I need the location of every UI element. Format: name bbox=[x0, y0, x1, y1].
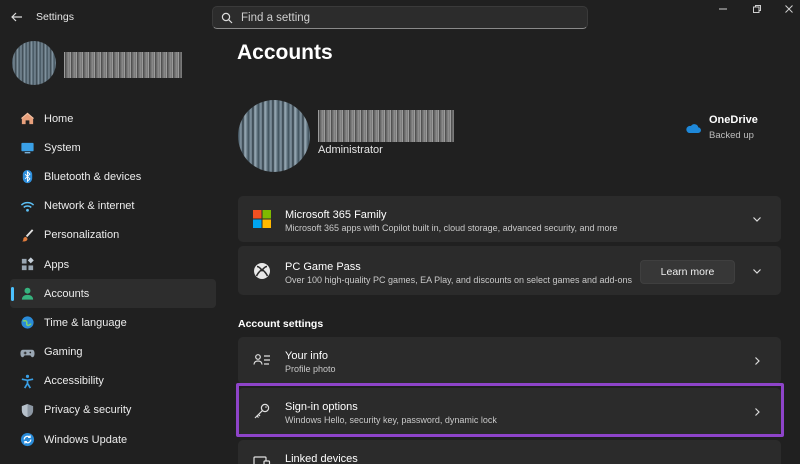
key-icon bbox=[252, 401, 272, 421]
sidebar-nav: Home System Bluetooth & devices Network … bbox=[10, 104, 216, 454]
search-icon bbox=[221, 12, 233, 23]
title-bar: Settings Find a setting bbox=[0, 0, 800, 34]
gamepad-icon bbox=[19, 344, 35, 360]
apps-icon bbox=[19, 257, 35, 273]
sidebar-item-label: Bluetooth & devices bbox=[44, 170, 142, 183]
gamepass-title: PC Game Pass bbox=[285, 261, 361, 273]
search-box[interactable]: Find a setting bbox=[212, 6, 588, 29]
onedrive-status[interactable]: OneDrive Backed up bbox=[685, 114, 758, 141]
sidebar-item-label: Privacy & security bbox=[44, 404, 132, 417]
chevron-down-icon[interactable] bbox=[751, 265, 763, 277]
sidebar-item-label: Windows Update bbox=[44, 433, 128, 446]
globe-icon bbox=[19, 315, 35, 331]
back-arrow-icon bbox=[11, 12, 22, 22]
update-icon bbox=[19, 432, 35, 448]
minimize-icon bbox=[719, 8, 727, 10]
learn-more-button[interactable]: Learn more bbox=[640, 260, 735, 284]
your-info-row[interactable]: Your info Profile photo bbox=[238, 337, 781, 384]
sidebar-item-label: Time & language bbox=[44, 316, 127, 329]
back-button[interactable] bbox=[9, 9, 25, 25]
sidebar-item-network[interactable]: Network & internet bbox=[10, 192, 216, 221]
sidebar-item-gaming[interactable]: Gaming bbox=[10, 338, 216, 367]
page-title: Accounts bbox=[237, 41, 333, 64]
account-role: Administrator bbox=[318, 144, 383, 156]
accounts-icon bbox=[19, 286, 35, 302]
accessibility-icon bbox=[19, 373, 35, 389]
restore-icon bbox=[753, 5, 761, 13]
shield-icon bbox=[19, 402, 35, 418]
maximize-button[interactable] bbox=[750, 3, 764, 15]
chevron-right-icon bbox=[751, 406, 763, 418]
sidebar-item-privacy[interactable]: Privacy & security bbox=[10, 396, 216, 425]
sign-in-options-title: Sign-in options bbox=[285, 401, 358, 413]
your-info-title: Your info bbox=[285, 350, 329, 362]
m365-subtitle: Microsoft 365 apps with Copilot built in… bbox=[285, 223, 618, 233]
system-icon bbox=[19, 140, 35, 156]
app-title: Settings bbox=[36, 11, 74, 23]
user-name-redacted bbox=[64, 52, 182, 78]
sidebar-item-label: Network & internet bbox=[44, 200, 135, 213]
sidebar-item-label: Accounts bbox=[44, 287, 90, 300]
account-name-redacted bbox=[318, 110, 454, 142]
search-input[interactable]: Find a setting bbox=[241, 12, 310, 24]
bluetooth-icon bbox=[19, 169, 35, 185]
m365-card[interactable]: Microsoft 365 Family Microsoft 365 apps … bbox=[238, 196, 781, 242]
xbox-icon bbox=[252, 261, 272, 281]
sidebar-item-accessibility[interactable]: Accessibility bbox=[10, 367, 216, 396]
wifi-icon bbox=[19, 198, 35, 214]
onedrive-title: OneDrive bbox=[709, 114, 758, 126]
sidebar-item-label: Personalization bbox=[44, 229, 120, 242]
avatar[interactable] bbox=[12, 41, 56, 85]
sidebar-item-label: Accessibility bbox=[44, 375, 104, 388]
gamepass-subtitle: Over 100 high-quality PC games, EA Play,… bbox=[285, 275, 633, 285]
sidebar-item-home[interactable]: Home bbox=[10, 104, 216, 133]
sidebar-item-accounts[interactable]: Accounts bbox=[10, 279, 216, 309]
sidebar-item-windows-update[interactable]: Windows Update bbox=[10, 425, 216, 454]
sidebar-item-label: System bbox=[44, 141, 81, 154]
minimize-button[interactable] bbox=[716, 3, 730, 15]
sidebar-item-label: Home bbox=[44, 112, 74, 125]
sidebar-item-bluetooth[interactable]: Bluetooth & devices bbox=[10, 162, 216, 191]
sidebar-item-label: Gaming bbox=[44, 346, 83, 359]
onedrive-cloud-icon bbox=[686, 124, 701, 134]
m365-title: Microsoft 365 Family bbox=[285, 209, 387, 221]
devices-icon bbox=[252, 453, 272, 464]
sign-in-options-subtitle: Windows Hello, security key, password, d… bbox=[285, 415, 497, 425]
home-icon bbox=[19, 111, 35, 127]
close-button[interactable] bbox=[782, 3, 796, 15]
account-avatar[interactable] bbox=[238, 100, 310, 172]
sidebar-item-system[interactable]: System bbox=[10, 133, 216, 162]
contact-card-icon bbox=[252, 350, 272, 370]
onedrive-status-text: Backed up bbox=[709, 130, 754, 141]
sign-in-options-row[interactable]: Sign-in options Windows Hello, security … bbox=[238, 388, 781, 435]
brush-icon bbox=[19, 227, 35, 243]
close-icon bbox=[785, 5, 793, 13]
linked-devices-title: Linked devices bbox=[285, 453, 358, 464]
section-title: Account settings bbox=[238, 318, 324, 330]
sidebar-item-personalization[interactable]: Personalization bbox=[10, 221, 216, 250]
chevron-down-icon[interactable] bbox=[751, 213, 763, 225]
sidebar-item-time-language[interactable]: Time & language bbox=[10, 308, 216, 337]
chevron-right-icon bbox=[751, 355, 763, 367]
linked-devices-row[interactable]: Linked devices bbox=[238, 440, 781, 464]
sidebar-item-apps[interactable]: Apps bbox=[10, 250, 216, 279]
microsoft-logo-icon bbox=[252, 209, 272, 229]
your-info-subtitle: Profile photo bbox=[285, 364, 336, 374]
sidebar-item-label: Apps bbox=[44, 258, 70, 271]
gamepass-card[interactable]: PC Game Pass Over 100 high-quality PC ga… bbox=[238, 246, 781, 295]
